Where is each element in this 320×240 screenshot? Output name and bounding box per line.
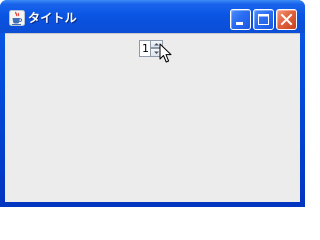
content-pane xyxy=(5,33,300,202)
close-button[interactable] xyxy=(276,9,297,30)
application-window: タイトル 1 xyxy=(0,0,305,207)
java-cup-icon[interactable] xyxy=(9,10,25,26)
close-icon xyxy=(280,13,293,26)
maximize-icon xyxy=(258,14,269,25)
maximize-button[interactable] xyxy=(253,9,274,30)
minimize-icon xyxy=(236,22,243,25)
title-bar[interactable]: タイトル xyxy=(0,0,305,33)
window-title: タイトル xyxy=(28,11,77,25)
mouse-pointer-icon xyxy=(159,43,176,65)
minimize-button[interactable] xyxy=(230,9,251,30)
spinner-value-field[interactable]: 1 xyxy=(139,40,150,57)
